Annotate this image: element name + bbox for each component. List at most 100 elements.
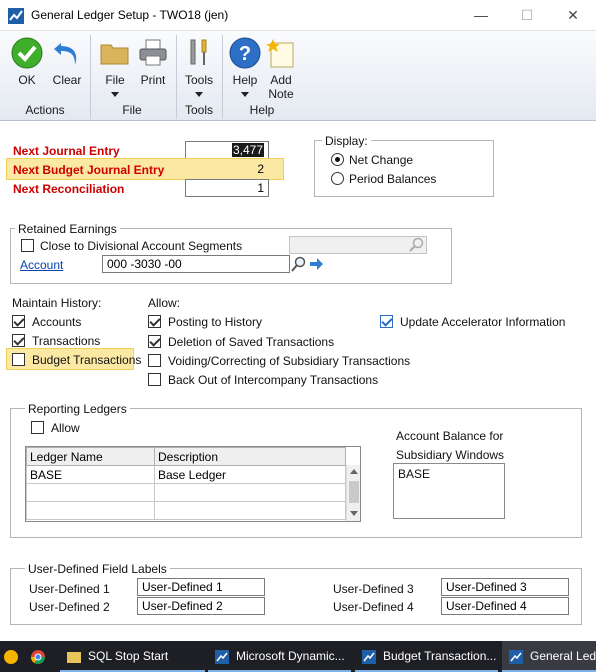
back-out-checkbox[interactable]	[148, 373, 161, 386]
allow-reporting-ledgers-label: Allow	[51, 421, 80, 435]
dynamics-icon	[362, 649, 376, 664]
chrome-icon	[31, 649, 45, 664]
net-change-radio[interactable]	[331, 153, 344, 166]
scroll-down-icon[interactable]	[350, 511, 358, 516]
next-journal-entry-value: 3,477	[231, 143, 264, 157]
deletion-saved-checkbox[interactable]	[148, 335, 161, 348]
budget-transactions-label: Budget Transactions	[32, 353, 142, 367]
table-row[interactable]: BASE Base Ledger	[26, 465, 346, 484]
user-defined-1-field[interactable]: User-Defined 1	[137, 578, 265, 596]
user-defined-3-field[interactable]: User-Defined 3	[441, 578, 569, 596]
account-balance-list[interactable]: BASE	[393, 463, 505, 519]
account-field[interactable]: 000 -3030 -00	[102, 255, 290, 273]
back-out-label: Back Out of Intercompany Transactions	[168, 373, 379, 387]
taskbar: SQL Stop Start Microsoft Dynamic... Budg…	[0, 641, 596, 672]
accounts-history-checkbox[interactable]	[12, 315, 25, 328]
taskbar-item-active[interactable]: General Ledg	[502, 641, 596, 672]
app-icon	[4, 649, 18, 664]
allow-title: Allow:	[148, 296, 181, 310]
display-legend: Display:	[322, 134, 371, 148]
ledgers-table: Ledger Name Description BASE Base Ledger	[26, 447, 346, 520]
close-divisional-label: Close to Divisional Account Segments	[40, 239, 243, 253]
grid-scrollbar[interactable]	[346, 465, 360, 521]
scroll-thumb[interactable]	[349, 481, 359, 503]
account-balance-label-1: Account Balance for	[396, 429, 504, 443]
col-ledger-name-header[interactable]: Ledger Name	[26, 447, 155, 466]
deletion-saved-label: Deletion of Saved Transactions	[168, 335, 335, 349]
net-change-label: Net Change	[349, 153, 414, 167]
next-journal-entry-field[interactable]: 3,477	[185, 141, 269, 159]
user-defined-2-field[interactable]: User-Defined 2	[137, 597, 265, 615]
ledger-name-cell[interactable]	[26, 501, 155, 520]
taskbar-item-label: SQL Stop Start	[88, 649, 169, 663]
taskbar-pinned-app[interactable]	[0, 641, 22, 672]
ledger-name-cell[interactable]: BASE	[26, 465, 155, 484]
maximize-button[interactable]: ☐	[504, 0, 550, 31]
retained-earnings-legend: Retained Earnings	[15, 222, 120, 236]
ok-button[interactable]: OK	[6, 35, 48, 97]
next-budget-journal-entry-label: Next Budget Journal Entry	[13, 163, 165, 177]
posting-to-history-checkbox[interactable]	[148, 315, 161, 328]
folder-icon	[100, 44, 129, 65]
accounts-history-label: Accounts	[32, 315, 82, 329]
clear-button[interactable]: Clear	[46, 35, 88, 97]
transactions-history-checkbox[interactable]	[12, 334, 25, 347]
tools-label: Tools	[184, 73, 213, 87]
ledgers-grid[interactable]: Ledger Name Description BASE Base Ledger	[25, 446, 361, 522]
print-button[interactable]: Print	[132, 35, 174, 97]
budget-transactions-checkbox[interactable]	[12, 353, 25, 366]
user-defined-4-field[interactable]: User-Defined 4	[441, 597, 569, 615]
ledger-name-cell[interactable]	[26, 483, 155, 502]
go-arrow-icon[interactable]	[308, 256, 324, 272]
description-cell[interactable]: Base Ledger	[154, 465, 346, 484]
print-label: Print	[140, 73, 166, 87]
account-balance-label-2: Subsidiary Windows	[396, 448, 505, 462]
table-row[interactable]	[26, 483, 346, 502]
group-actions-label: Actions	[25, 103, 65, 117]
minimize-button[interactable]: —	[458, 0, 504, 31]
allow-reporting-ledgers-checkbox[interactable]	[31, 421, 44, 434]
close-button[interactable]: ✕	[550, 0, 596, 31]
posting-to-history-label: Posting to History	[168, 315, 263, 329]
tools-button[interactable]: Tools	[178, 35, 220, 97]
add-note-button[interactable]: Add Note	[260, 35, 302, 101]
description-cell[interactable]	[154, 483, 346, 502]
taskbar-item[interactable]: SQL Stop Start	[60, 641, 205, 672]
account-link[interactable]: Account	[20, 258, 63, 272]
period-balances-radio[interactable]	[331, 172, 344, 185]
wrench-screwdriver-icon	[190, 39, 207, 65]
taskbar-item[interactable]: Microsoft Dynamic...	[208, 641, 351, 672]
col-description-header[interactable]: Description	[154, 447, 346, 466]
voiding-checkbox[interactable]	[148, 354, 161, 367]
user-defined-legend: User-Defined Field Labels	[25, 562, 170, 576]
user-defined-3-label: User-Defined 3	[333, 582, 414, 596]
add-note-label-1: Add	[270, 73, 292, 87]
user-defined-1-label: User-Defined 1	[29, 582, 110, 596]
printer-icon	[139, 39, 167, 66]
file-button[interactable]: File	[94, 35, 136, 97]
dynamics-icon	[215, 649, 229, 664]
group-tools-label: Tools	[184, 103, 213, 117]
update-accelerator-checkbox[interactable]	[380, 315, 393, 328]
taskbar-item[interactable]: Budget Transaction...	[355, 641, 498, 672]
table-row[interactable]	[26, 501, 346, 520]
next-reconciliation-field[interactable]: 1	[185, 179, 269, 197]
period-balances-label: Period Balances	[349, 172, 437, 186]
next-budget-journal-entry-field[interactable]: 2	[185, 160, 269, 178]
description-cell[interactable]	[154, 501, 346, 520]
clear-label: Clear	[52, 73, 82, 87]
lookup-magnifier-icon[interactable]	[407, 237, 426, 253]
app-icon	[8, 8, 24, 24]
taskbar-chrome[interactable]	[24, 641, 54, 672]
lookup-magnifier-icon[interactable]	[290, 255, 308, 273]
user-defined-2-label: User-Defined 2	[29, 600, 110, 614]
maintain-history-title: Maintain History:	[12, 296, 102, 310]
undo-arrow-icon	[54, 43, 77, 65]
scroll-up-icon[interactable]	[350, 469, 358, 474]
note-icon	[266, 39, 294, 68]
close-divisional-checkbox[interactable]	[21, 239, 34, 252]
svg-text:?: ?	[239, 43, 251, 65]
chevron-down-icon	[241, 92, 249, 97]
ribbon-toolbar: OK Clear Actions File Print File Tools T…	[0, 31, 596, 121]
list-item[interactable]: BASE	[398, 467, 430, 481]
